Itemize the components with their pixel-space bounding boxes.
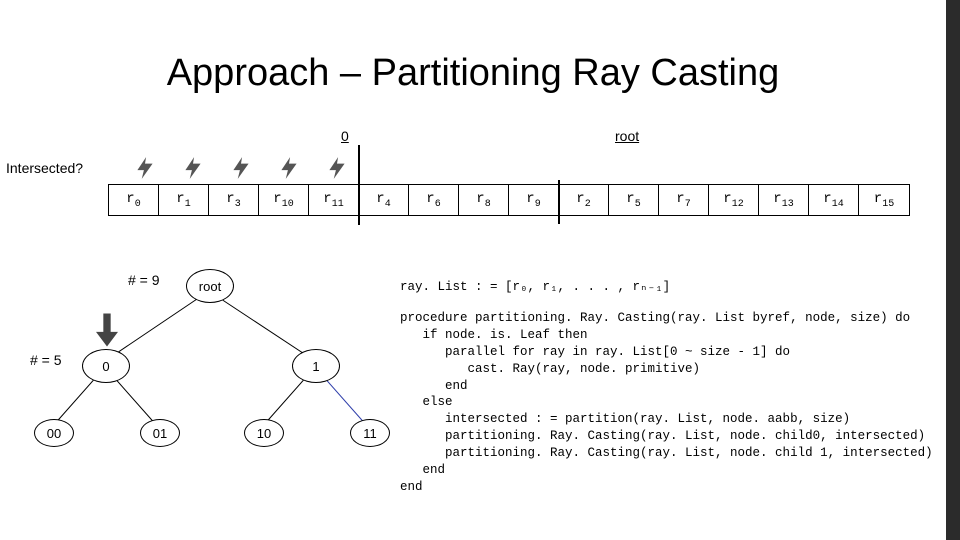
label-root: root [615,128,639,144]
tree-count-0: # = 5 [30,352,62,368]
ray-array: r0 r1 r3 r10 r11 r4 r6 r8 r9 r2 r5 r7 r1… [108,184,910,216]
tree-node-0: 0 [82,349,130,383]
lightning-icon [274,155,304,181]
array-divider [558,180,560,224]
ray-cell: r7 [659,185,709,215]
down-arrow-icon [96,313,118,347]
ray-cell: r4 [359,185,409,215]
tree-count-root: # = 9 [128,272,160,288]
pseudocode-block: procedure partitioning. Ray. Casting(ray… [400,310,933,496]
ray-cell: r2 [559,185,609,215]
slide-right-bar [946,0,960,540]
ray-cell: r12 [709,185,759,215]
tree-node-00: 00 [34,419,74,447]
ray-cell: r14 [809,185,859,215]
ray-cell: r10 [259,185,309,215]
tree-node-01: 01 [140,419,180,447]
lightning-icon [322,155,352,181]
tree-node-11: 11 [350,419,390,447]
ray-cell: r15 [859,185,909,215]
raylist-definition: ray. List : = [r₀, r₁, . . . , rₙ₋₁] [400,278,670,294]
ray-cell: r3 [209,185,259,215]
label-intersected: Intersected? [6,160,83,176]
lightning-icon [130,155,160,181]
ray-cell: r1 [159,185,209,215]
lightning-icon [226,155,256,181]
ray-cell: r6 [409,185,459,215]
tree-node-10: 10 [244,419,284,447]
label-zero: 0 [341,128,349,144]
array-top-labels: 0 root [0,128,946,158]
ray-cell: r0 [109,185,159,215]
ray-cell: r11 [309,185,359,215]
partition-tree: # = 9 root # = 5 0 1 00 01 10 11 [20,275,370,475]
ray-cell: r5 [609,185,659,215]
ray-cell: r8 [459,185,509,215]
page-title: Approach – Partitioning Ray Casting [0,52,946,95]
ray-cell: r13 [759,185,809,215]
tree-node-root: root [186,269,234,303]
lightning-icon [178,155,208,181]
tree-node-1: 1 [292,349,340,383]
ray-cell: r9 [509,185,559,215]
array-divider [358,145,360,225]
